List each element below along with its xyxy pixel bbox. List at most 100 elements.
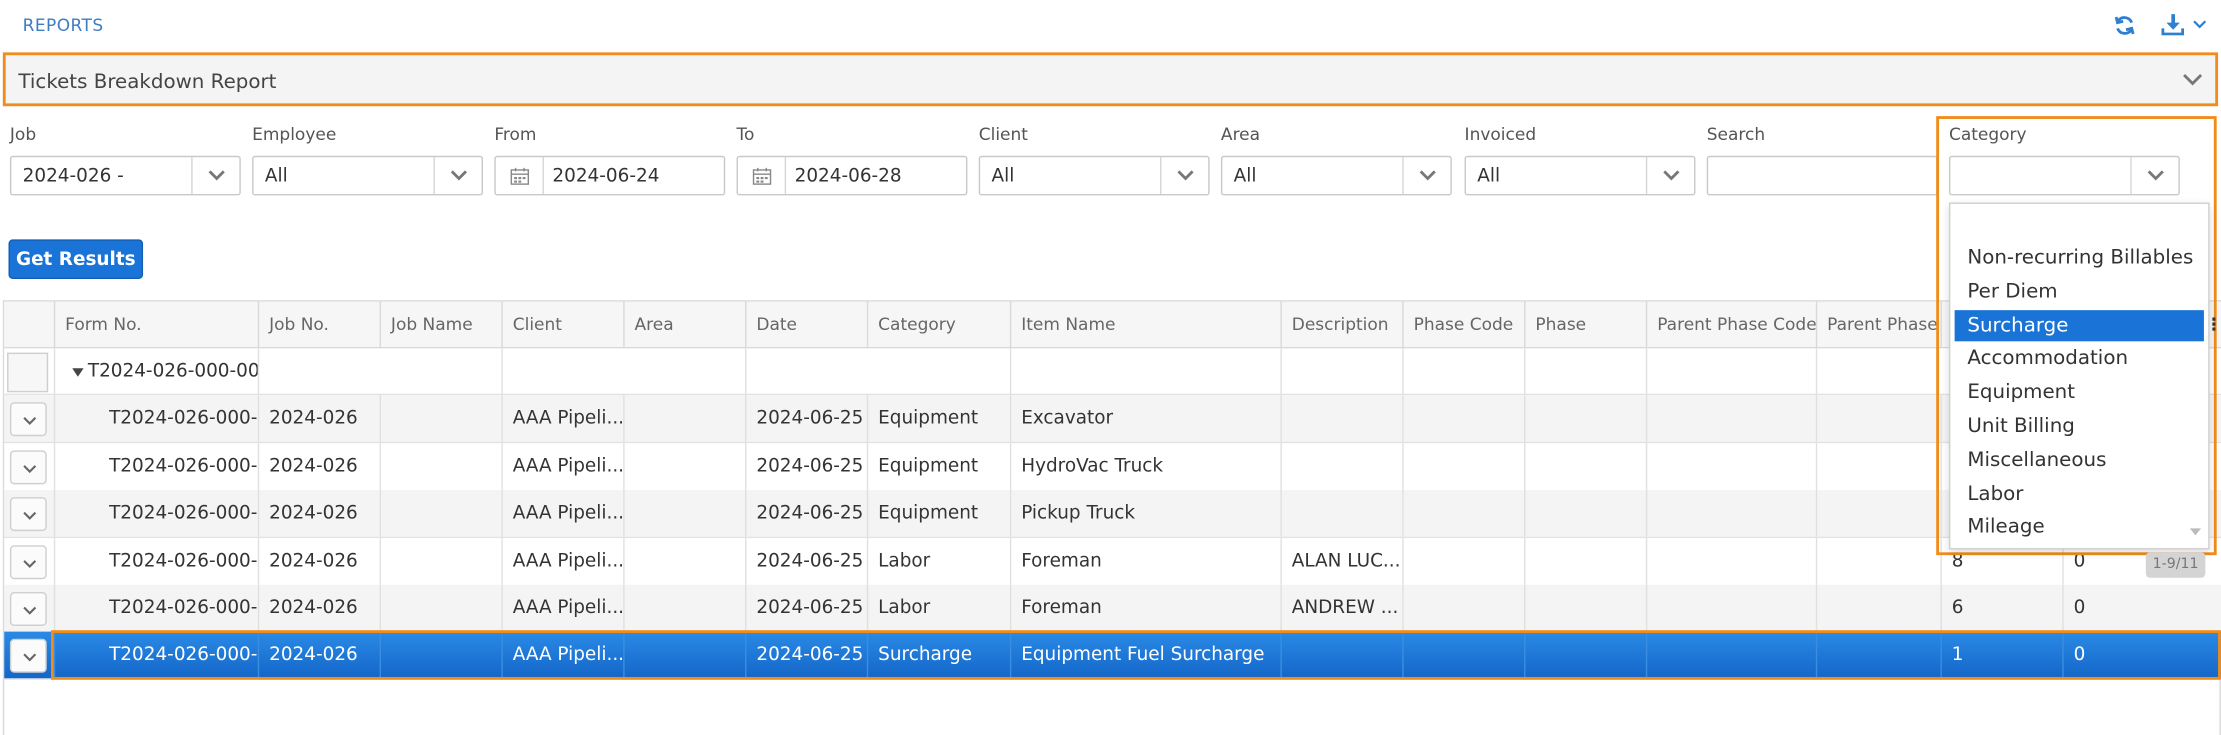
- table-row[interactable]: T2024-026-000-0022024-026 AAA Pipeli... 20…: [4, 443, 2221, 492]
- chevron-down-icon: [23, 560, 37, 568]
- cell-form-no: T2024-026-000-002: [53, 538, 258, 585]
- scroll-down-icon[interactable]: [2189, 528, 2202, 536]
- column-header-phase-code[interactable]: Phase Code: [1402, 301, 1524, 347]
- divider: [542, 157, 544, 195]
- from-filter: From 2024-06-24: [494, 124, 726, 196]
- column-header-area[interactable]: Area: [623, 301, 745, 347]
- refresh-icon[interactable]: [2113, 14, 2136, 37]
- category-option[interactable]: Miscellaneous: [1955, 445, 2204, 476]
- from-date-input[interactable]: 2024-06-24: [494, 155, 726, 196]
- column-header-parent-phase[interactable]: Parent Phase: [1815, 301, 1941, 347]
- column-header-category[interactable]: Category: [866, 301, 1010, 347]
- cell-category: Equipment: [866, 443, 1010, 491]
- category-option[interactable]: Per Diem: [1955, 276, 2204, 307]
- chevron-down-icon[interactable]: [1176, 169, 1196, 183]
- get-results-button[interactable]: Get Results: [8, 239, 144, 279]
- search-input[interactable]: [1706, 155, 1938, 196]
- calendar-icon[interactable]: [510, 167, 530, 185]
- employee-select[interactable]: All: [252, 155, 483, 196]
- invoiced-select[interactable]: All: [1464, 155, 1696, 196]
- column-header-job-no[interactable]: Job No.: [257, 301, 380, 347]
- cell-client: AAA Pipeli...: [501, 631, 623, 679]
- invoiced-select-value: All: [1477, 165, 1501, 187]
- row-expand-button[interactable]: [9, 497, 47, 532]
- table-row[interactable]: T2024-026-000-0022024-026 AAA Pipeli... 20…: [4, 490, 2221, 539]
- cell-form-no: T2024-026-000-002: [53, 395, 258, 442]
- column-header-phase[interactable]: Phase: [1524, 301, 1646, 347]
- cell-parent-phase-code: [1645, 490, 1816, 537]
- cell-date: 2024-06-25: [745, 490, 867, 537]
- client-select[interactable]: All: [978, 155, 1210, 196]
- group-cell: [745, 348, 1010, 396]
- divider: [191, 157, 193, 195]
- cell-job-no: 2024-026: [257, 538, 380, 585]
- download-icon[interactable]: [2161, 13, 2185, 36]
- category-option[interactable]: Equipment: [1955, 377, 2204, 408]
- row-expand-button[interactable]: [9, 545, 47, 580]
- from-filter-label: From: [494, 124, 537, 145]
- row-expand-button[interactable]: [9, 591, 47, 626]
- job-filter: Job 2024-026 -: [9, 125, 241, 196]
- cell-item-name: Foreman: [1009, 538, 1281, 585]
- row-expand-button[interactable]: [9, 450, 47, 485]
- column-header-job-name[interactable]: Job Name: [379, 301, 502, 347]
- employee-filter: Employee All: [252, 125, 483, 196]
- group-toggle[interactable]: T2024-026-000-002: [53, 348, 258, 396]
- divider: [1160, 157, 1162, 195]
- group-row-handle: [7, 352, 49, 393]
- column-header-form-no[interactable]: Form No.: [53, 301, 258, 347]
- group-cell: [1402, 348, 1524, 396]
- cell-phase-code: [1402, 631, 1524, 679]
- chevron-down-icon[interactable]: [2191, 17, 2208, 31]
- table-row-selected[interactable]: T2024-026-000-0022024-026 AAA Pipeli... 20…: [4, 631, 2221, 680]
- group-cell: [1524, 348, 1646, 396]
- chevron-down-icon: [23, 465, 37, 474]
- column-header-parent-phase-code[interactable]: Parent Phase Code: [1645, 301, 1816, 347]
- job-select[interactable]: 2024-026 -: [9, 155, 241, 196]
- cell-description: ANDREW ...: [1280, 584, 1402, 632]
- column-header-description[interactable]: Description: [1280, 301, 1402, 347]
- cell-job-no: 2024-026: [257, 490, 380, 537]
- area-filter-label: Area: [1220, 124, 1261, 145]
- category-option[interactable]: Unit Billing: [1955, 411, 2204, 442]
- cell-item-name: Foreman: [1009, 584, 1281, 632]
- chevron-down-icon: [23, 606, 37, 615]
- group-cell: [1815, 348, 1941, 396]
- area-select[interactable]: All: [1220, 155, 1452, 196]
- table-row[interactable]: T2024-026-000-0022024-026 AAA Pipeli... 20…: [4, 538, 2221, 587]
- chevron-down-icon[interactable]: [207, 169, 227, 183]
- column-header-date[interactable]: Date: [745, 301, 867, 347]
- invoiced-filter-label: Invoiced: [1464, 124, 1537, 145]
- row-expand-button[interactable]: [9, 638, 47, 673]
- cell-parent-phase-code: [1645, 443, 1816, 491]
- chevron-down-icon[interactable]: [1418, 169, 1438, 183]
- job-select-value: 2024-026 -: [22, 165, 124, 187]
- category-option[interactable]: Non-recurring Billables: [1955, 242, 2204, 273]
- cell-parent-phase-code: [1645, 584, 1816, 632]
- table-row[interactable]: T2024-026-000-0022024-026 AAA Pipeli... 20…: [4, 395, 2221, 444]
- category-option[interactable]: Mileage: [1955, 511, 2204, 542]
- calendar-icon[interactable]: [752, 167, 772, 185]
- category-option-selected[interactable]: Surcharge: [1954, 310, 2204, 342]
- cell-form-no: T2024-026-000-002: [53, 631, 258, 679]
- cell-area: [623, 395, 745, 442]
- cell-category: Labor: [866, 584, 1010, 632]
- chevron-down-icon[interactable]: [449, 169, 469, 183]
- column-header-expander: [4, 302, 54, 347]
- group-cell: [1645, 348, 1816, 396]
- cell-area: [623, 584, 745, 632]
- cell-parent-phase: [1815, 538, 1941, 585]
- table-row[interactable]: T2024-026-000-0022024-026 AAA Pipeli... 20…: [4, 584, 2221, 634]
- category-option[interactable]: Labor: [1955, 479, 2204, 510]
- row-expand-button[interactable]: [9, 402, 47, 437]
- caret-down-icon[interactable]: [72, 366, 84, 377]
- report-selector[interactable]: Tickets Breakdown Report: [2, 52, 2219, 107]
- column-header-client[interactable]: Client: [501, 301, 623, 347]
- divider: [433, 157, 435, 195]
- client-filter: Client All: [978, 125, 1210, 196]
- chevron-down-icon[interactable]: [1661, 169, 1681, 183]
- to-date-input[interactable]: 2024-06-28: [736, 155, 968, 196]
- column-header-item-name[interactable]: Item Name: [1009, 301, 1281, 347]
- category-option[interactable]: Accommodation: [1955, 343, 2204, 374]
- employee-select-value: All: [264, 165, 288, 187]
